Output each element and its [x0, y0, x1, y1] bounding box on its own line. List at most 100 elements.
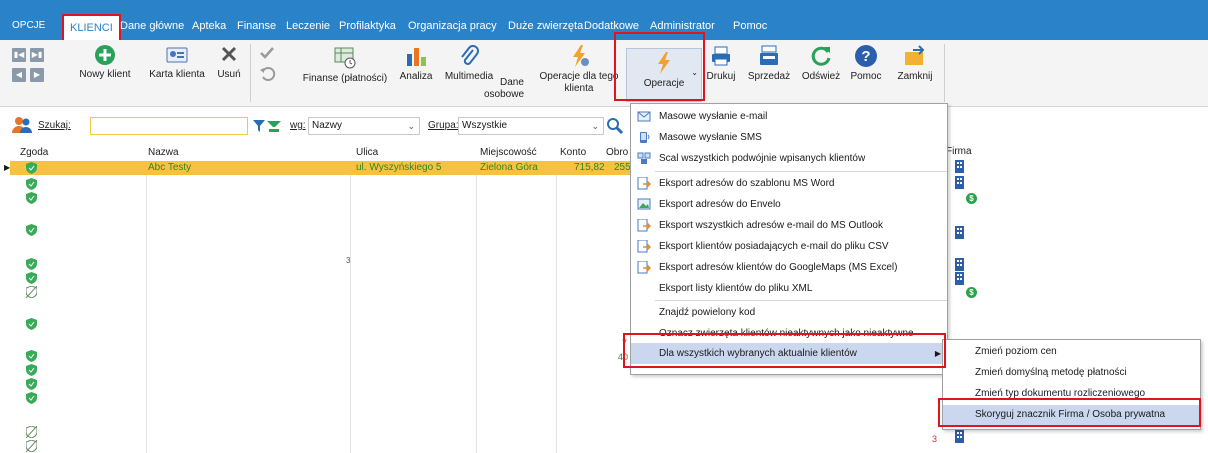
- menu-item-find-duplicate-code[interactable]: Znajdź powielony kod: [631, 302, 947, 323]
- new-client-button[interactable]: Nowy klient: [74, 44, 136, 81]
- menu-bar: OPCJE KLIENCI Dane główne Apteka Finanse…: [0, 0, 1208, 40]
- menu-apteka[interactable]: Apteka: [192, 14, 226, 38]
- menu-item-change-payment-method[interactable]: Zmień domyślną metodę płatności: [943, 363, 1200, 383]
- chevron-down-icon: ⌄: [691, 68, 698, 77]
- column-divider: [476, 175, 477, 453]
- delete-button[interactable]: Usuń: [214, 44, 244, 81]
- next-record-icon[interactable]: ▶▮: [30, 48, 44, 62]
- operations-button[interactable]: Operacje ⌄: [626, 48, 702, 102]
- close-button[interactable]: Zamknij: [890, 44, 940, 83]
- print-button[interactable]: Drukuj: [704, 44, 738, 83]
- column-header-obrot[interactable]: Obro: [606, 147, 628, 158]
- column-header-zgoda[interactable]: Zgoda: [20, 147, 48, 158]
- consent-shield-icon: [26, 192, 37, 204]
- refresh-button[interactable]: Odśwież: [798, 44, 844, 83]
- menu-opcje[interactable]: OPCJE: [6, 14, 51, 38]
- column-header-nazwa[interactable]: Nazwa: [148, 147, 179, 158]
- export-document-icon: [637, 177, 651, 190]
- search-by-select[interactable]: Nazwy ⌄: [308, 117, 420, 135]
- menu-administrator[interactable]: Administrator: [650, 14, 715, 38]
- menu-klienci[interactable]: KLIENCI: [62, 14, 121, 40]
- menu-item-export-envelo[interactable]: Eksport adresów do Envelo: [631, 194, 947, 215]
- menu-item-export-csv[interactable]: Eksport klientów posiadających e-mail do…: [631, 236, 947, 257]
- client-card-button[interactable]: Karta klienta: [144, 44, 210, 81]
- menu-item-merge-duplicates[interactable]: Scal wszystkich podwójnie wpisanych klie…: [631, 148, 947, 169]
- menu-dane-glowne[interactable]: Dane główne: [120, 14, 184, 38]
- menu-item-export-xml[interactable]: Eksport listy klientów do pliku XML: [631, 278, 947, 299]
- consent-shield-icon: [26, 350, 37, 362]
- company-building-icon: [955, 272, 964, 285]
- company-building-icon: [955, 226, 964, 239]
- company-building-icon: [955, 430, 964, 443]
- prev-record-icon[interactable]: ◀: [12, 68, 26, 82]
- ribbon-toolbar: ▮◀ ▶▮ ◀ ▶ Nowy klient Karta klienta Usuń…: [0, 40, 1208, 107]
- first-record-icon[interactable]: ▮◀: [12, 48, 26, 62]
- menu-item-correct-company-flag[interactable]: Skoryguj znacznik Firma / Osoba prywatna: [943, 405, 1200, 425]
- group-label: Grupa:: [428, 120, 459, 131]
- ribbon-separator: [944, 44, 945, 102]
- menu-profilaktyka[interactable]: Profilaktyka: [339, 14, 396, 38]
- last-record-icon[interactable]: ▶: [30, 68, 44, 82]
- filter-settings-icon[interactable]: [266, 118, 282, 134]
- stray-value: 3: [932, 434, 938, 444]
- menu-leczenie[interactable]: Leczenie: [286, 14, 330, 38]
- menu-item-change-document-type[interactable]: Zmień typ dokumentu rozliczeniowego: [943, 384, 1200, 404]
- analysis-button[interactable]: Analiza: [396, 44, 436, 83]
- close-icon: [221, 46, 237, 62]
- finance-button[interactable]: Finanse (płatności): [298, 46, 392, 85]
- approve-button[interactable]: [256, 44, 278, 84]
- stray-value: 40: [618, 352, 629, 362]
- exit-folder-icon: [905, 45, 925, 65]
- menu-item-export-word[interactable]: Eksport adresów do szablonu MS Word: [631, 173, 947, 194]
- consent-crossed-icon: [26, 440, 37, 452]
- paperclip-icon: [461, 45, 479, 65]
- filter-icon[interactable]: [252, 119, 266, 133]
- lightning-icon: [658, 52, 670, 74]
- company-building-icon: [955, 258, 964, 271]
- sale-button[interactable]: Sprzedaż: [744, 44, 794, 83]
- consent-shield-icon: [26, 224, 37, 236]
- stray-value: 7: [622, 338, 628, 348]
- export-document-icon: [637, 240, 651, 253]
- group-select[interactable]: Wszystkie ⌄: [458, 117, 604, 135]
- multimedia-button[interactable]: Multimedia: [440, 44, 498, 83]
- column-divider: [146, 175, 147, 453]
- column-divider: [556, 175, 557, 453]
- menu-item-mark-animals-inactive[interactable]: Oznacz zwierzęta klientów nieaktywnych j…: [631, 323, 947, 344]
- menu-pomoc[interactable]: Pomoc: [733, 14, 767, 38]
- column-header-ulica[interactable]: Ulica: [356, 147, 378, 158]
- printer-icon: [712, 46, 730, 66]
- menu-item-mass-email[interactable]: Masowe wysłanie e-mail: [631, 106, 947, 127]
- menu-item-mass-sms[interactable]: Masowe wysłanie SMS: [631, 127, 947, 148]
- consent-shield-icon: [26, 162, 37, 174]
- search-icon[interactable]: [606, 117, 624, 135]
- help-button[interactable]: ? Pomoc: [846, 44, 886, 83]
- submenu-arrow-icon: ▶: [934, 349, 941, 358]
- menu-separator: [655, 300, 947, 301]
- search-input[interactable]: [90, 117, 248, 135]
- menu-duze-zwierzeta[interactable]: Duże zwierzęta: [508, 14, 583, 38]
- menu-item-change-price-level[interactable]: Zmień poziom cen: [943, 342, 1200, 362]
- consent-shield-icon: [26, 364, 37, 376]
- cell-nazwa: Abc Testy: [148, 162, 192, 173]
- menu-organizacja-pracy[interactable]: Organizacja pracy: [408, 14, 497, 38]
- menu-item-export-outlook[interactable]: Eksport wszystkich adresów e-mail do MS …: [631, 215, 947, 236]
- company-building-icon: [955, 160, 964, 173]
- menu-item-export-googlemaps[interactable]: Eksport adresów klientów do GoogleMaps (…: [631, 257, 947, 278]
- chevron-down-icon: ⌄: [407, 121, 415, 131]
- column-header-firma[interactable]: Firma: [946, 146, 972, 157]
- menu-dodatkowe[interactable]: Dodatkowe: [584, 14, 639, 38]
- cell-miejscowosc: Zielona Góra: [480, 162, 538, 173]
- client-operations-button[interactable]: Operacje dla tego klienta: [536, 44, 622, 95]
- column-header-konto[interactable]: Konto: [560, 147, 586, 158]
- consent-shield-icon: [26, 378, 37, 390]
- money-table-icon: [334, 47, 356, 69]
- dollar-icon: $: [966, 287, 977, 298]
- consent-shield-icon: [26, 258, 37, 270]
- menu-finanse[interactable]: Finanse: [237, 14, 276, 38]
- clients-icon: [12, 117, 32, 133]
- menu-item-for-selected-clients[interactable]: Dla wszystkich wybranych aktualnie klien…: [631, 343, 947, 364]
- svg-text:?: ?: [861, 48, 870, 65]
- question-icon: ?: [855, 45, 877, 67]
- column-header-miejscowosc[interactable]: Miejscowość: [480, 147, 537, 158]
